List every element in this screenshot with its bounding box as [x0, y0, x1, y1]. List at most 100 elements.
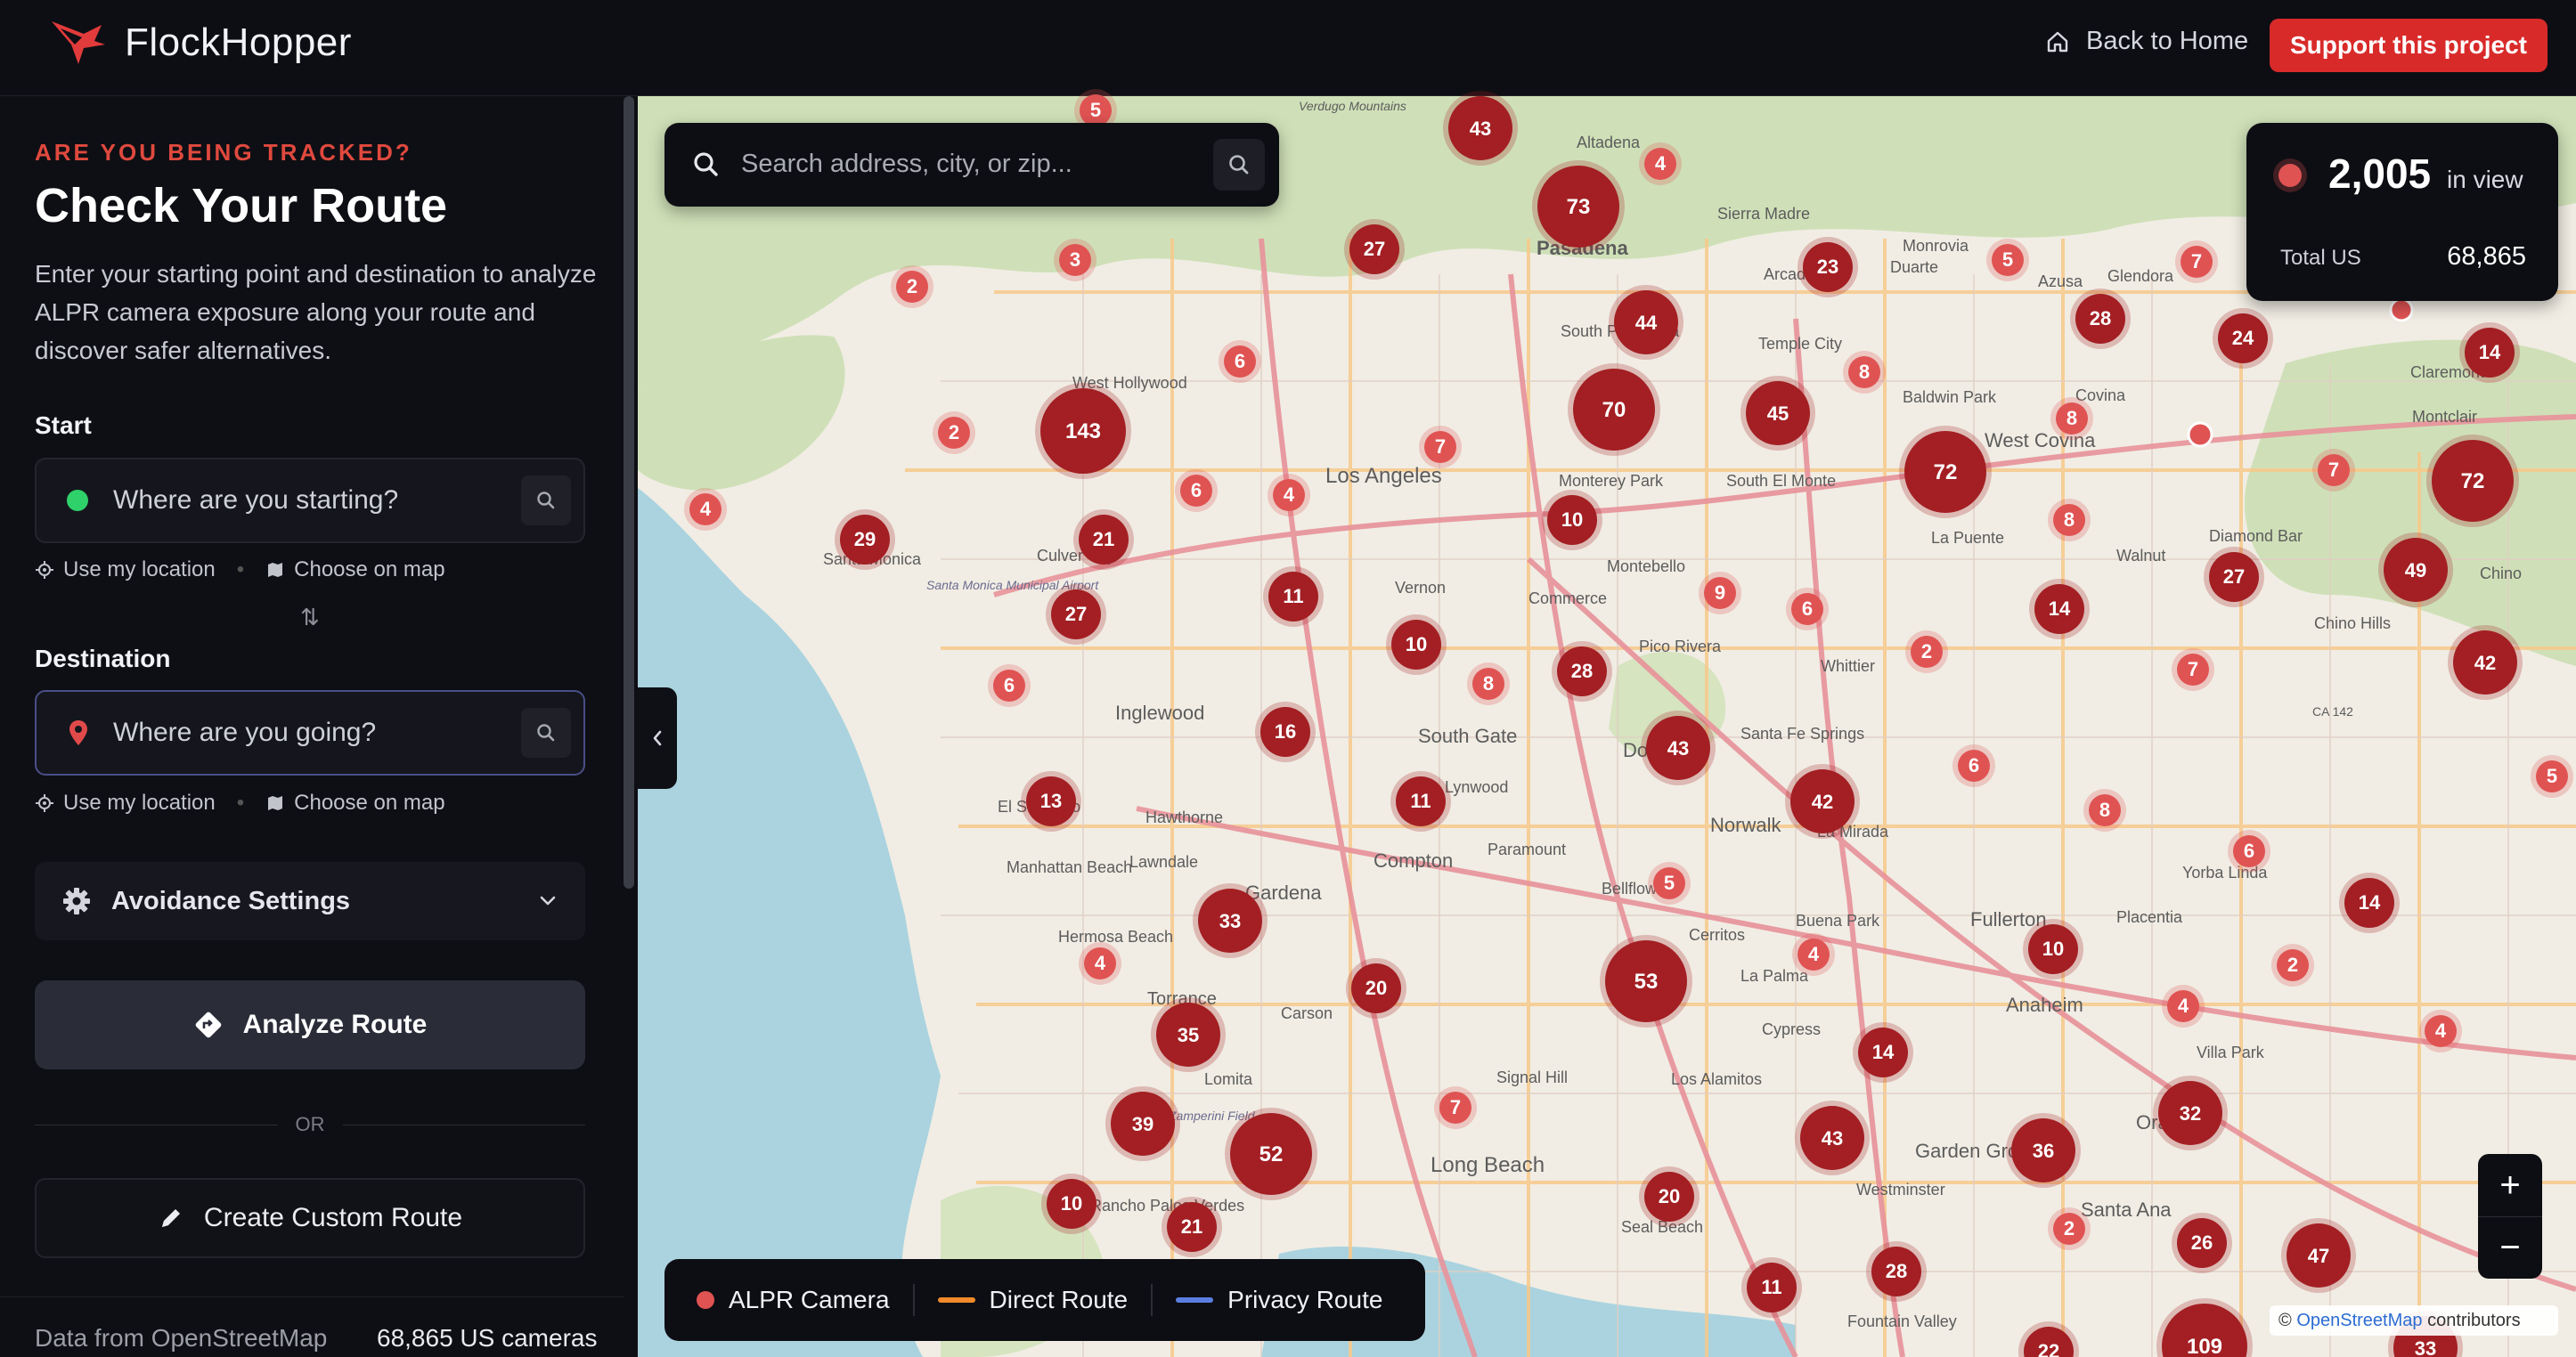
camera-cluster-marker[interactable]: [1704, 577, 1736, 609]
camera-cluster-marker[interactable]: [938, 417, 970, 449]
camera-cluster-marker[interactable]: [1797, 939, 1830, 971]
camera-cluster-marker[interactable]: [993, 670, 1025, 702]
camera-cluster-marker[interactable]: [2287, 1223, 2351, 1288]
camera-cluster-marker[interactable]: [2034, 584, 2084, 634]
camera-cluster-marker[interactable]: [1644, 148, 1676, 180]
map-search-bar[interactable]: Search address, city, or zip...: [664, 123, 1279, 207]
camera-cluster-marker[interactable]: [1167, 1202, 1217, 1252]
destination-choose-map-link[interactable]: Choose on map: [294, 791, 444, 816]
camera-cluster-marker[interactable]: [1557, 646, 1607, 696]
camera-cluster-marker[interactable]: [1472, 668, 1504, 700]
avoidance-settings-toggle[interactable]: Avoidance Settings: [35, 862, 585, 940]
camera-cluster-marker[interactable]: [2089, 794, 2121, 826]
camera-cluster-marker[interactable]: [1180, 475, 1212, 507]
camera-cluster-marker[interactable]: [1791, 593, 1823, 625]
camera-cluster-marker[interactable]: [1079, 515, 1129, 565]
collapse-sidebar-button[interactable]: [638, 687, 677, 789]
camera-cluster-marker[interactable]: [1439, 1092, 1471, 1124]
camera-cluster-marker[interactable]: [2209, 552, 2259, 602]
camera-cluster-marker[interactable]: [1260, 707, 1310, 757]
start-choose-map-link[interactable]: Choose on map: [294, 557, 444, 582]
destination-search-button[interactable]: [521, 708, 571, 758]
camera-cluster-marker[interactable]: [1396, 776, 1446, 826]
camera-cluster-marker[interactable]: [1156, 1003, 1220, 1067]
camera-cluster-marker[interactable]: [2177, 1218, 2227, 1268]
camera-cluster-marker[interactable]: [2425, 1015, 2457, 1047]
camera-cluster-marker[interactable]: [2453, 630, 2517, 695]
camera-cluster-marker[interactable]: [2053, 504, 2085, 536]
start-search-button[interactable]: [521, 475, 571, 525]
camera-cluster-marker[interactable]: [1111, 1092, 1175, 1156]
camera-cluster-marker[interactable]: [1958, 750, 1990, 782]
camera-cluster-marker[interactable]: [1614, 290, 1678, 354]
camera-cluster-marker[interactable]: [2181, 246, 2213, 278]
destination-use-location-link[interactable]: Use my location: [63, 791, 216, 816]
camera-cluster-marker[interactable]: [2056, 402, 2088, 435]
camera-cluster-marker[interactable]: [1273, 479, 1305, 511]
camera-cluster-marker[interactable]: [1040, 388, 1126, 474]
camera-cluster-marker[interactable]: [1084, 947, 1116, 979]
camera-cluster-marker[interactable]: [2432, 440, 2514, 522]
create-custom-route-button[interactable]: Create Custom Route: [35, 1178, 585, 1258]
map-search-submit-button[interactable]: [1213, 139, 1265, 191]
camera-cluster-marker[interactable]: [2158, 1081, 2222, 1145]
camera-cluster-marker[interactable]: [2167, 990, 2199, 1022]
camera-cluster-marker[interactable]: [1747, 1263, 1797, 1312]
camera-cluster-marker[interactable]: [1605, 940, 1687, 1022]
camera-cluster-marker[interactable]: [2318, 454, 2350, 486]
support-project-button[interactable]: Support this project: [2270, 19, 2547, 72]
start-use-location-link[interactable]: Use my location: [63, 557, 216, 582]
camera-cluster-marker[interactable]: [1800, 1106, 1864, 1170]
camera-cluster-marker[interactable]: [2233, 835, 2265, 867]
camera-cluster-marker[interactable]: [840, 515, 890, 565]
camera-cluster-marker[interactable]: [2344, 878, 2394, 928]
camera-cluster-marker[interactable]: [1230, 1113, 1312, 1195]
camera-cluster-marker[interactable]: [1080, 94, 1112, 126]
analyze-route-button[interactable]: Analyze Route: [35, 980, 585, 1069]
camera-cluster-marker[interactable]: [1391, 620, 1441, 670]
camera-cluster-marker[interactable]: [2277, 949, 2309, 981]
camera-cluster-marker[interactable]: [2384, 538, 2448, 602]
camera-cluster-marker[interactable]: [1803, 242, 1853, 292]
camera-cluster-marker[interactable]: [2177, 654, 2209, 686]
camera-cluster-marker[interactable]: [1904, 431, 1986, 513]
camera-cluster-marker[interactable]: [2028, 924, 2078, 974]
camera-cluster-marker[interactable]: [1198, 889, 1262, 953]
camera-cluster-marker[interactable]: [2218, 313, 2268, 363]
camera-cluster-marker[interactable]: [1746, 381, 1810, 445]
destination-input[interactable]: Where are you going?: [35, 690, 585, 776]
openstreetmap-link[interactable]: OpenStreetMap: [2296, 1311, 2422, 1331]
camera-cluster-marker[interactable]: [1059, 244, 1091, 276]
camera-cluster-marker[interactable]: [1911, 636, 1943, 668]
camera-cluster-marker[interactable]: [1268, 572, 1318, 622]
camera-cluster-marker[interactable]: [1351, 963, 1401, 1013]
camera-cluster-marker[interactable]: [1224, 345, 1256, 378]
camera-cluster-marker[interactable]: [1871, 1247, 1921, 1296]
camera-cluster-marker[interactable]: [1349, 224, 1399, 274]
camera-cluster-marker[interactable]: [2536, 760, 2568, 792]
back-to-home-link[interactable]: Back to Home: [2045, 27, 2248, 56]
camera-cluster-marker[interactable]: [1646, 716, 1710, 780]
camera-cluster-marker[interactable]: [2011, 1118, 2075, 1182]
swap-direction-icon[interactable]: ⇅: [300, 604, 320, 631]
camera-cluster-marker[interactable]: [1448, 96, 1512, 160]
camera-cluster-marker[interactable]: [689, 493, 721, 525]
brand[interactable]: FlockHopper: [48, 18, 352, 68]
camera-cluster-marker[interactable]: [2075, 294, 2125, 344]
camera-cluster-marker[interactable]: [2053, 1213, 2085, 1245]
start-input[interactable]: Where are you starting?: [35, 458, 585, 543]
camera-cluster-marker[interactable]: [1848, 356, 1880, 388]
camera-cluster-marker[interactable]: [2465, 328, 2515, 378]
camera-cluster-marker[interactable]: [1026, 776, 1076, 826]
camera-cluster-marker[interactable]: [1537, 166, 1619, 248]
camera-cluster-marker[interactable]: [1790, 769, 1855, 833]
sidebar-scrollbar[interactable]: [624, 96, 634, 889]
camera-cluster-marker[interactable]: [1573, 369, 1655, 451]
zoom-in-button[interactable]: +: [2478, 1154, 2542, 1216]
camera-cluster-marker[interactable]: [1992, 244, 2024, 276]
camera-cluster-marker[interactable]: [1051, 589, 1101, 639]
camera-cluster-marker[interactable]: [1653, 867, 1685, 899]
camera-cluster-marker[interactable]: [1547, 495, 1597, 545]
camera-cluster-marker[interactable]: [1644, 1172, 1694, 1222]
camera-cluster-marker[interactable]: [1424, 431, 1456, 463]
